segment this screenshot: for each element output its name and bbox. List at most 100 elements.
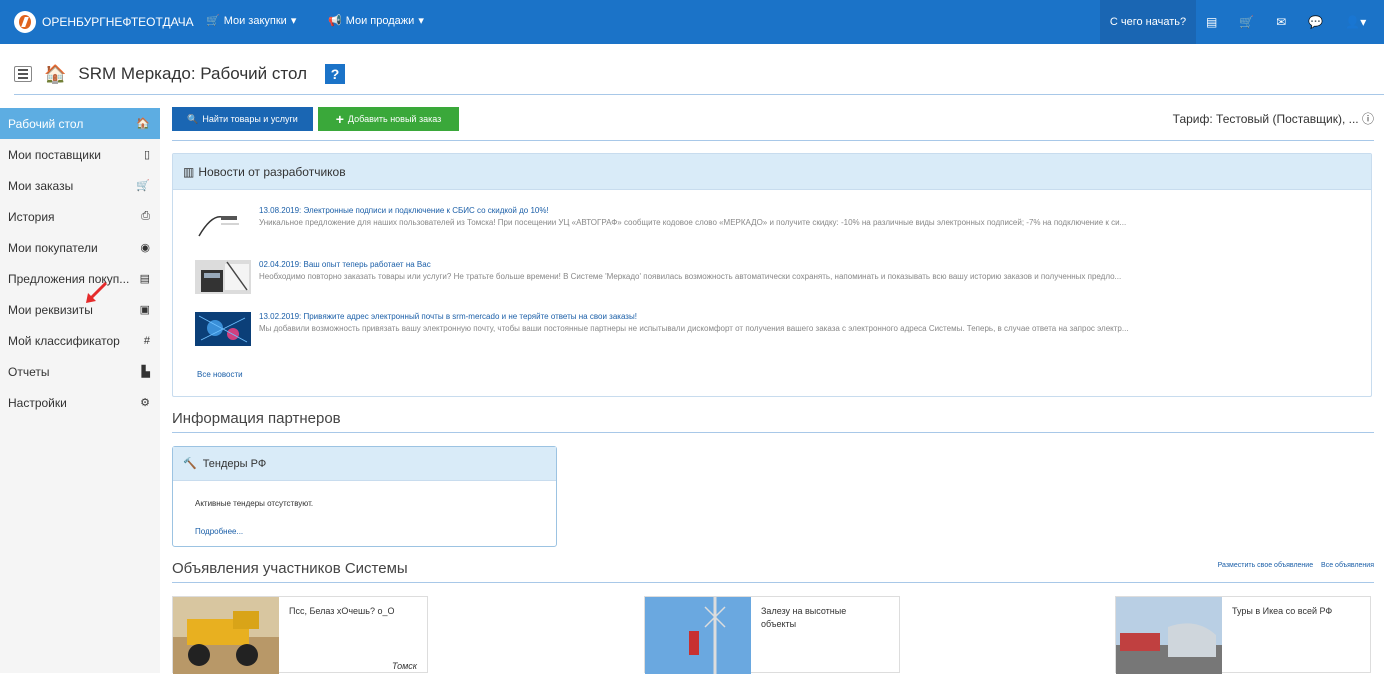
cart-icon: 🛒 — [136, 180, 150, 192]
eye-icon: ◉ — [140, 242, 150, 254]
caret-down-icon: ▾ — [290, 15, 297, 27]
ad-image-climber — [645, 597, 751, 674]
info-icon[interactable]: ⓘ — [1362, 112, 1374, 126]
navbar-icons: ▤ 🛒 ✉ 💬 👤▾ — [1206, 0, 1366, 44]
ad-title[interactable]: Псс, Белаз хОчешь? о_О — [289, 605, 409, 618]
getting-started-button[interactable]: С чего начать? — [1100, 0, 1196, 44]
ad-title[interactable]: Туры в Икеа со всей РФ — [1232, 605, 1352, 618]
tariff-info[interactable]: Тариф: Тестовый (Поставщик), ... ⓘ — [1173, 110, 1374, 127]
list-icon[interactable]: ▤ — [1206, 15, 1217, 29]
news-thumbnail-network — [195, 312, 251, 346]
tariff-label: Тариф: Тестовый (Поставщик), ... — [1172, 112, 1359, 126]
news-description: Необходимо повторно заказать товары или … — [259, 272, 1122, 281]
hamburger-menu-icon[interactable] — [14, 66, 32, 82]
sidebar-item-label: Мои реквизиты — [8, 302, 93, 317]
sidebar-item-label: Настройки — [8, 395, 67, 410]
divider — [14, 94, 1384, 95]
print-icon: ⎙ — [141, 210, 150, 222]
file-icon: ▤ — [139, 273, 150, 285]
add-order-label: Добавить новый заказ — [347, 114, 442, 124]
find-goods-button[interactable]: 🔍 Найти товары и услуги — [172, 107, 313, 131]
megaphone-icon: 📢 — [328, 15, 342, 27]
home-icon: 🏠 — [44, 63, 67, 84]
sidebar-item-suppliers[interactable]: Мои поставщики ▯ — [0, 139, 160, 170]
sidebar-item-offers[interactable]: Предложения покуп... ▤ — [0, 263, 160, 294]
sidebar-item-label: Мои заказы — [8, 178, 74, 193]
sidebar-item-buyers[interactable]: Мои покупатели ◉ — [0, 232, 160, 263]
ad-image-dump-truck — [173, 597, 279, 674]
plus-icon: + — [335, 111, 344, 127]
news-item[interactable]: 13.02.2019: Привяжите адрес электронный … — [195, 312, 1363, 352]
news-description: Уникальное предложение для наших пользов… — [259, 218, 1127, 227]
sidebar-item-label: Мои поставщики — [8, 147, 101, 162]
sidebar-item-label: История — [8, 209, 55, 224]
envelope-icon[interactable]: ✉ — [1276, 15, 1286, 29]
post-ad-link[interactable]: Разместить свое объявление — [1218, 562, 1314, 569]
chat-icon[interactable]: 💬 — [1308, 15, 1323, 29]
top-navbar: ОРЕНБУРГНЕФТЕОТДАЧА 🛒 Мои закупки ▾ 📢 Мо… — [0, 0, 1384, 44]
add-order-button[interactable]: + Добавить новый заказ — [318, 107, 459, 131]
news-title[interactable]: 13.08.2019: Электронные подписи и подклю… — [259, 206, 549, 215]
menu-my-purchases-label: Мои закупки — [223, 14, 287, 27]
page-header: 🏠 SRM Меркадо: Рабочий стол ? — [14, 62, 345, 86]
sidebar-item-label: Отчеты — [8, 364, 50, 379]
sidebar-item-requisites[interactable]: Мои реквизиты ▣ — [0, 294, 160, 325]
ad-title[interactable]: Залезу на высотные объекты — [761, 605, 881, 631]
find-goods-label: Найти товары и услуги — [202, 114, 298, 124]
user-icon[interactable]: 👤▾ — [1345, 15, 1366, 29]
tenders-more-link[interactable]: Подробнее... — [195, 527, 243, 536]
ad-card[interactable]: Туры в Икеа со всей РФ — [1115, 596, 1371, 674]
ads-heading: Объявления участников Системы — [172, 560, 408, 577]
brand[interactable]: ОРЕНБУРГНЕФТЕОТДАЧА — [14, 10, 194, 34]
tenders-panel: 🔨 Тендеры РФ Активные тендеры отсутствую… — [172, 446, 557, 547]
page-title: SRM Меркадо: Рабочий стол — [78, 64, 307, 83]
news-heading: Новости от разработчиков — [198, 164, 346, 179]
divider — [172, 140, 1374, 141]
sidebar-item-orders[interactable]: Мои заказы 🛒 — [0, 170, 160, 201]
home-icon: 🏠 — [136, 118, 150, 130]
red-arrow-annotation-icon — [86, 281, 108, 303]
news-panel-header: ▥ Новости от разработчиков — [173, 154, 1371, 190]
caret-down-icon: ▾ — [418, 15, 424, 27]
search-icon: 🔍 — [187, 113, 199, 124]
news-title[interactable]: 02.04.2019: Ваш опыт теперь работает на … — [259, 260, 431, 269]
brand-logo-icon — [14, 11, 36, 33]
all-ads-link[interactable]: Все объявления — [1321, 562, 1374, 569]
ad-city: Томск — [391, 661, 417, 671]
ad-card[interactable]: Псс, Белаз хОчешь? о_О Томск — [172, 596, 428, 674]
news-thumbnail-calculator — [195, 260, 251, 294]
all-news-link[interactable]: Все новости — [197, 370, 243, 379]
sidebar-item-classifier[interactable]: Мой классификатор # — [0, 325, 160, 356]
hash-icon: # — [143, 334, 150, 347]
ad-image-bus — [1116, 597, 1222, 674]
cart-icon[interactable]: 🛒 — [1239, 15, 1254, 29]
news-description: Мы добавили возможность привязать вашу э… — [259, 324, 1129, 333]
divider — [172, 432, 1374, 433]
newspaper-icon: ▥ — [183, 164, 195, 179]
news-title[interactable]: 13.02.2019: Привяжите адрес электронный … — [259, 312, 637, 321]
sidebar-item-desktop[interactable]: Рабочий стол 🏠 — [0, 108, 160, 139]
sidebar-item-reports[interactable]: Отчеты ▙ — [0, 356, 160, 387]
sidebar-item-label: Предложения покуп... — [8, 271, 130, 286]
sidebar-item-label: Мои покупатели — [8, 240, 98, 255]
help-button[interactable]: ? — [324, 64, 345, 84]
news-thumbnail-autograph — [198, 216, 239, 237]
news-item[interactable]: 02.04.2019: Ваш опыт теперь работает на … — [195, 260, 1363, 300]
cart-icon: 🛒 — [206, 15, 220, 27]
sidebar-item-settings[interactable]: Настройки ⚙ — [0, 387, 160, 418]
sidebar-item-history[interactable]: История ⎙ — [0, 201, 160, 232]
gears-icon: ⚙ — [140, 397, 150, 409]
document-icon: ▯ — [143, 149, 150, 161]
sidebar-item-label: Рабочий стол — [8, 116, 84, 131]
menu-my-sales[interactable]: 📢 Мои продажи ▾ — [328, 14, 424, 28]
tenders-status-text: Активные тендеры отсутствуют. — [195, 499, 314, 508]
sidebar-item-label: Мой классификатор — [8, 333, 120, 348]
report-icon: ▙ — [141, 366, 150, 378]
news-panel: ▥ Новости от разработчиков 13.08.2019: Э… — [172, 153, 1372, 397]
sidebar: Рабочий стол 🏠 Мои поставщики ▯ Мои зака… — [0, 108, 160, 673]
menu-my-purchases[interactable]: 🛒 Мои закупки ▾ — [206, 14, 297, 28]
news-item[interactable]: 13.08.2019: Электронные подписи и подклю… — [195, 206, 1363, 246]
tenders-title: Тендеры РФ — [202, 457, 267, 470]
brand-name: ОРЕНБУРГНЕФТЕОТДАЧА — [42, 15, 194, 29]
ad-card[interactable]: Залезу на высотные объекты — [644, 596, 900, 674]
